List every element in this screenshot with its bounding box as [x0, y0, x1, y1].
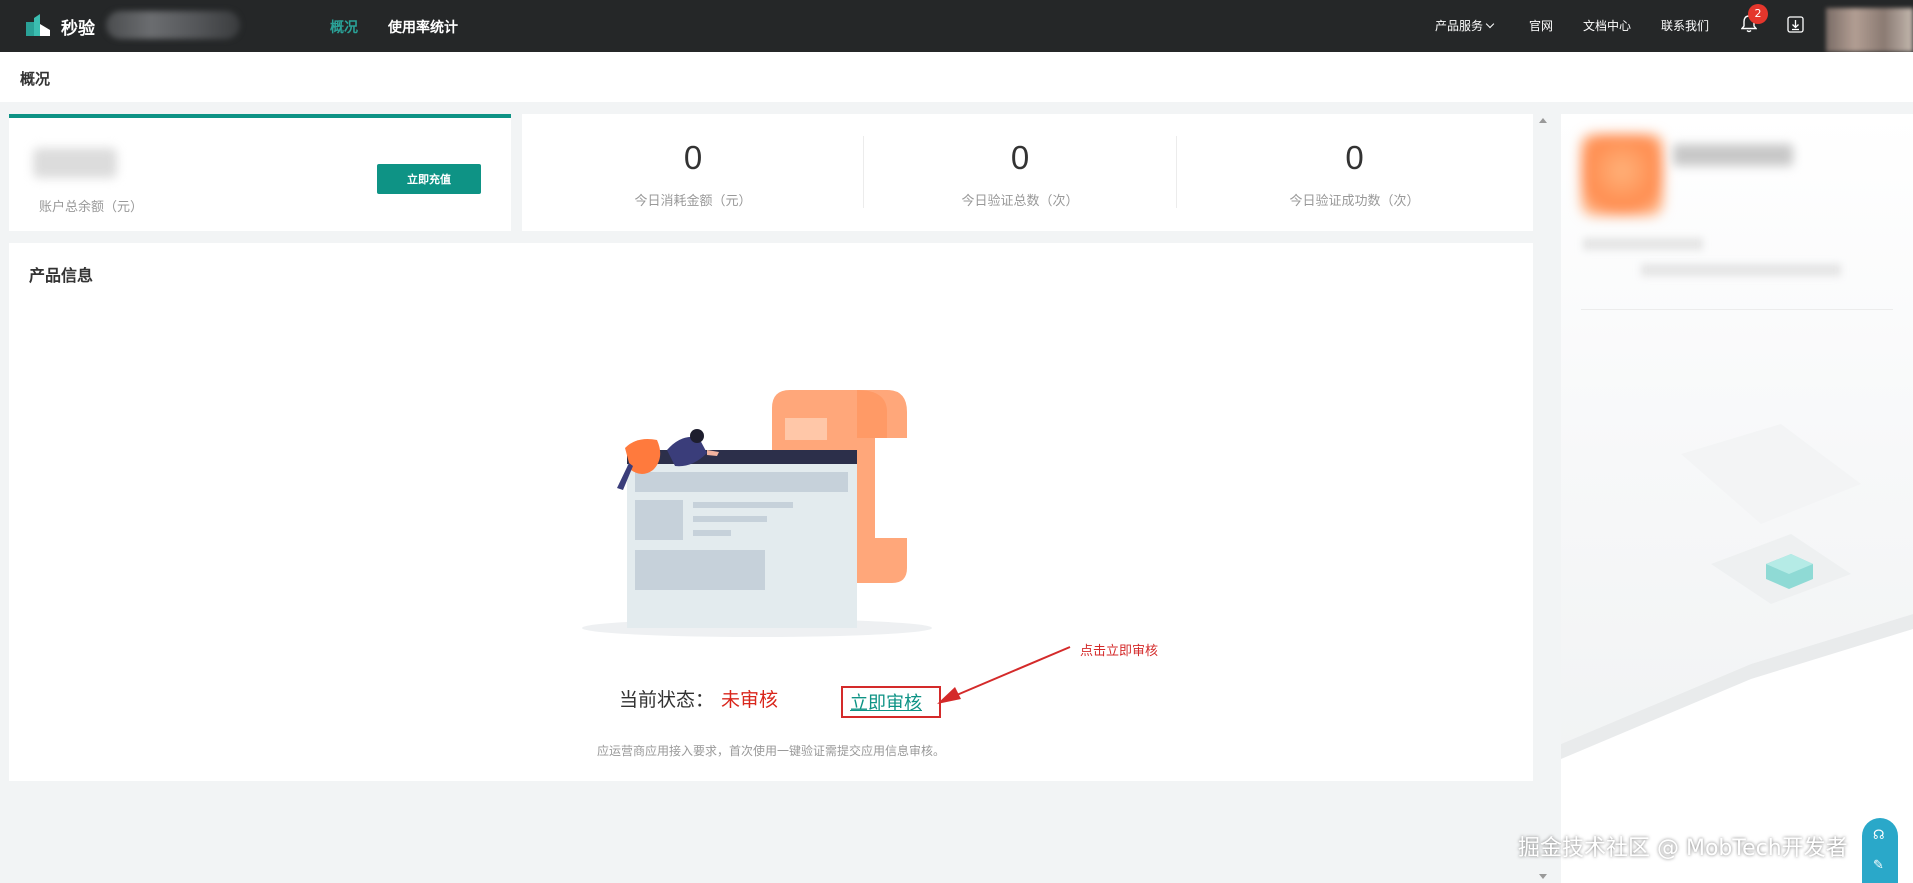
official-site-link[interactable]: 官网 [1529, 17, 1553, 34]
account-name-blurred [1673, 144, 1793, 166]
contact-us-link[interactable]: 联系我们 [1661, 17, 1709, 34]
review-note: 应运营商应用接入要求，首次使用一键验证需提交应用信息审核。 [596, 744, 945, 758]
status-value: 未审核 [721, 689, 779, 711]
review-now-link[interactable]: 立即审核 [850, 689, 922, 715]
annotation-text: 点击立即审核 [1080, 644, 1159, 659]
edit-icon[interactable]: ✎ [1873, 858, 1884, 873]
top-navigation-bar: 秒验 概况 使用率统计 产品服务 官网 文档中心 联系我们 2 [0, 0, 1913, 52]
stat-value: 0 [1010, 139, 1030, 176]
stat-label: 今日验证总数（次） [961, 194, 1079, 209]
recharge-button[interactable]: 立即充值 [377, 164, 481, 194]
right-info-panel [1561, 114, 1913, 883]
nav-usage-stats[interactable]: 使用率统计 [388, 17, 458, 37]
decorative-background [1561, 424, 1913, 883]
floating-support-button[interactable]: ☊ ✎ [1862, 818, 1898, 883]
product-info-title: 产品信息 [29, 266, 94, 285]
page-title: 概况 [20, 70, 51, 88]
stat-consumption: 0 今日消耗金额（元） [522, 114, 864, 231]
annotation-arrow-icon [937, 646, 1071, 704]
balance-amount-blurred [33, 148, 117, 178]
account-avatar-blurred [1581, 134, 1663, 216]
download-icon[interactable] [1787, 16, 1804, 33]
app-name-blurred[interactable] [106, 11, 240, 39]
account-detail-blurred [1641, 264, 1841, 276]
product-services-menu[interactable]: 产品服务 [1435, 17, 1495, 34]
stat-value: 0 [1345, 139, 1364, 176]
empty-state-illustration [582, 390, 932, 637]
account-balance-card: 账户总余额（元） 立即充值 [9, 114, 511, 231]
scroll-down-arrow-icon[interactable] [1539, 874, 1547, 879]
main-scrollbar[interactable] [1536, 114, 1548, 883]
today-stats-card: 0 今日消耗金额（元） 0 今日验证总数（次） 0 今日验证成功数（次） [522, 114, 1533, 231]
docs-center-link[interactable]: 文档中心 [1583, 17, 1631, 34]
product-services-label: 产品服务 [1435, 19, 1484, 33]
stat-label: 今日消耗金额（元） [634, 194, 752, 209]
status-label: 当前状态： [619, 689, 715, 711]
watermark: 掘金技术社区 @ MobTech开发者 [1518, 836, 1848, 861]
logo-icon[interactable] [24, 12, 52, 38]
product-info-card: 产品信息 当前状态： 未审核 立即审核 应运营商应用接入要求，首次使用一键验证需… [9, 243, 1533, 781]
scroll-up-arrow-icon[interactable] [1539, 118, 1547, 123]
page-header: 概况 [0, 52, 1913, 102]
chevron-down-icon [1485, 19, 1495, 29]
stat-label: 今日验证成功数（次） [1289, 194, 1420, 209]
account-detail-blurred [1583, 238, 1703, 250]
stat-value: 0 [683, 139, 703, 176]
user-avatar[interactable] [1826, 8, 1913, 52]
nav-overview[interactable]: 概况 [330, 17, 358, 37]
stat-verify-success: 0 今日验证成功数（次） [1176, 114, 1533, 231]
headset-icon[interactable]: ☊ [1873, 828, 1885, 843]
stat-verify-total: 0 今日验证总数（次） [864, 114, 1176, 231]
brand-name[interactable]: 秒验 [61, 14, 95, 39]
notification-badge: 2 [1748, 4, 1768, 24]
divider [1581, 309, 1893, 310]
balance-label: 账户总余额（元） [39, 200, 144, 215]
